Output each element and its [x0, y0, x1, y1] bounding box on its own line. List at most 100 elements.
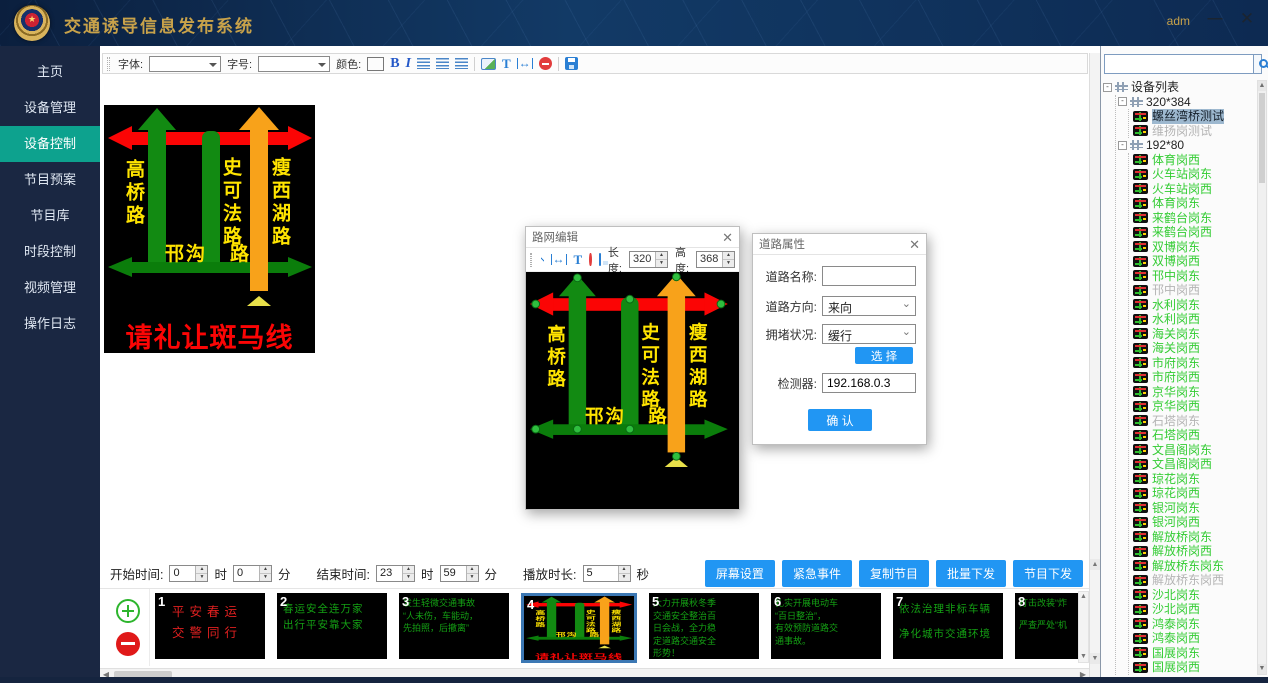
save-button[interactable]: [565, 57, 578, 70]
scroll-up-icon[interactable]: ▲: [1090, 559, 1100, 570]
detector-input[interactable]: [822, 373, 916, 393]
tree-device-银河岗东[interactable]: 银河岗东: [1133, 501, 1256, 516]
tree-group-192*80[interactable]: -192*80: [1118, 138, 1256, 153]
tree-device-双博岗西[interactable]: 双博岗西: [1133, 254, 1256, 269]
sidebar-item-时段控制[interactable]: 时段控制: [0, 234, 100, 270]
program-thumbnail-8[interactable]: 8打击改装“炸严查严处“机: [1015, 593, 1085, 659]
font-select[interactable]: [149, 56, 221, 72]
program-thumbnail-7[interactable]: 7依法治理非标车辆净化城市交通环境: [893, 593, 1003, 659]
minimize-button[interactable]: —: [1204, 8, 1226, 30]
tree-device-银河岗西[interactable]: 银河岗西: [1133, 515, 1256, 530]
insert-image-button[interactable]: [481, 58, 496, 70]
program-thumbnail-2[interactable]: 2春运安全连万家出行平安靠大家: [277, 593, 387, 659]
sidebar-item-操作日志[interactable]: 操作日志: [0, 306, 100, 342]
tree-device-解放桥东岗东[interactable]: 解放桥东岗东: [1133, 559, 1256, 574]
tree-device-石塔岗西[interactable]: 石塔岗西: [1133, 428, 1256, 443]
spinner-arrows[interactable]: ▲▼: [655, 252, 667, 267]
tree-collapse-icon[interactable]: -: [1118, 141, 1127, 150]
align-center-button[interactable]: [436, 58, 449, 69]
tree-device-体育岗西[interactable]: 体育岗西: [1133, 153, 1256, 168]
tree-device-鸿泰岗东[interactable]: 鸿泰岗东: [1133, 617, 1256, 632]
text-tool-button[interactable]: T: [574, 252, 583, 268]
length-spinner[interactable]: 320 ▲▼: [629, 251, 668, 268]
color-swatch[interactable]: [367, 57, 384, 71]
edit-handle[interactable]: [672, 452, 681, 461]
delete-button[interactable]: [589, 253, 591, 266]
program-thumbnail-3[interactable]: 3发生轻微交通事故“人未伤，车能动，先拍照，后撤离”: [399, 593, 509, 659]
tree-root-device-list[interactable]: -设备列表: [1103, 80, 1256, 95]
edit-handle[interactable]: [531, 300, 540, 309]
tree-scrollbar[interactable]: ▲ ▼: [1257, 80, 1267, 675]
program-thumbnail-5[interactable]: 5大力开展秋冬季交通安全整治百日会战，全力稳定道路交通安全形势！: [649, 593, 759, 659]
road-direction-select[interactable]: 来向: [822, 296, 916, 316]
tree-device-解放桥东岗西[interactable]: 解放桥东岗西: [1133, 573, 1256, 588]
tree-device-沙北岗西[interactable]: 沙北岗西: [1133, 602, 1256, 617]
align-right-button[interactable]: [455, 58, 468, 69]
sidebar-item-设备管理[interactable]: 设备管理: [0, 90, 100, 126]
confirm-button[interactable]: 确 认: [808, 409, 872, 431]
edit-handle[interactable]: [625, 295, 634, 304]
search-button[interactable]: [1254, 54, 1262, 74]
dialog-titlebar[interactable]: 路网编辑 ✕: [526, 227, 739, 248]
delete-button[interactable]: [539, 57, 552, 70]
tree-device-水利岗东[interactable]: 水利岗东: [1133, 298, 1256, 313]
tree-device-螺丝湾桥测试[interactable]: 螺丝湾桥测试: [1133, 109, 1256, 124]
main-vertical-scrollbar[interactable]: ▲ ▼: [1089, 53, 1100, 677]
spinner-arrows[interactable]: ▲▼: [466, 566, 478, 581]
tree-device-来鹤台岗东[interactable]: 来鹤台岗东: [1133, 211, 1256, 226]
spinner-arrows[interactable]: ▲▼: [618, 566, 630, 581]
edit-handle[interactable]: [573, 273, 582, 282]
tree-device-文昌阁岗西[interactable]: 文昌阁岗西: [1133, 457, 1256, 472]
spinner-arrows[interactable]: ▲▼: [722, 252, 734, 267]
save-button[interactable]: [599, 253, 601, 266]
close-button[interactable]: ✕: [1236, 8, 1258, 30]
tree-device-文昌阁岗东[interactable]: 文昌阁岗东: [1133, 443, 1256, 458]
edit-handle[interactable]: [573, 425, 582, 434]
spacing-button[interactable]: ↔: [517, 58, 533, 69]
sidebar-item-节目库[interactable]: 节目库: [0, 198, 100, 234]
tree-device-国展岗东[interactable]: 国展岗东: [1133, 646, 1256, 661]
tree-device-石塔岗东[interactable]: 石塔岗东: [1133, 414, 1256, 429]
device-search-input[interactable]: [1104, 54, 1254, 74]
tree-device-鸿泰岗西[interactable]: 鸿泰岗西: [1133, 631, 1256, 646]
spinner-arrows[interactable]: ▲▼: [195, 566, 207, 581]
edit-handle[interactable]: [625, 425, 634, 434]
italic-button[interactable]: I: [406, 56, 411, 72]
tree-device-沙北岗东[interactable]: 沙北岗东: [1133, 588, 1256, 603]
tree-device-火车站岗西[interactable]: 火车站岗西: [1133, 182, 1256, 197]
road-network-canvas[interactable]: 高桥路史可法路瘦西湖路邗沟路: [526, 272, 739, 509]
tree-device-解放桥岗东[interactable]: 解放桥岗东: [1133, 530, 1256, 545]
tree-device-京华岗西[interactable]: 京华岗西: [1133, 399, 1256, 414]
tree-device-市府岗东[interactable]: 市府岗东: [1133, 356, 1256, 371]
sidebar-item-视频管理[interactable]: 视频管理: [0, 270, 100, 306]
align-left-button[interactable]: [417, 58, 430, 69]
tree-device-市府岗西[interactable]: 市府岗西: [1133, 370, 1256, 385]
tree-device-水利岗西[interactable]: 水利岗西: [1133, 312, 1256, 327]
road-name-input[interactable]: [822, 266, 916, 286]
tree-device-解放桥岗西[interactable]: 解放桥岗西: [1133, 544, 1256, 559]
close-icon[interactable]: ✕: [909, 238, 920, 251]
end-hour-spinner[interactable]: 23 ▲▼: [376, 565, 415, 582]
height-spinner[interactable]: 368 ▲▼: [696, 251, 735, 268]
add-program-button[interactable]: [116, 599, 140, 623]
congestion-select[interactable]: 缓行: [822, 324, 916, 344]
tree-device-邗中岗西[interactable]: 邗中岗西: [1133, 283, 1256, 298]
sidebar-item-主页[interactable]: 主页: [0, 54, 100, 90]
scroll-down-icon[interactable]: ▼: [1079, 652, 1088, 662]
program-thumbnail-4[interactable]: 4高桥路史可法路瘦西湖路邗沟路请礼让斑马线: [521, 593, 637, 663]
start-minute-spinner[interactable]: 0 ▲▼: [233, 565, 272, 582]
tree-device-海关岗西[interactable]: 海关岗西: [1133, 341, 1256, 356]
tree-device-来鹤台岗西[interactable]: 来鹤台岗西: [1133, 225, 1256, 240]
tree-device-体育岗东[interactable]: 体育岗东: [1133, 196, 1256, 211]
size-select[interactable]: [258, 56, 330, 72]
tree-collapse-icon[interactable]: -: [1118, 97, 1127, 106]
bold-button[interactable]: B: [390, 56, 399, 72]
draw-line-button[interactable]: [541, 253, 543, 266]
program-thumbnail-1[interactable]: 1平安春运交警同行: [155, 593, 265, 659]
duration-spinner[interactable]: 5 ▲▼: [583, 565, 631, 582]
spinner-arrows[interactable]: ▲▼: [402, 566, 414, 581]
start-hour-spinner[interactable]: 0 ▲▼: [169, 565, 208, 582]
sidebar-item-设备控制[interactable]: 设备控制: [0, 126, 100, 162]
scrollbar-thumb[interactable]: [1259, 93, 1265, 183]
scroll-up-icon[interactable]: ▲: [1258, 81, 1266, 91]
